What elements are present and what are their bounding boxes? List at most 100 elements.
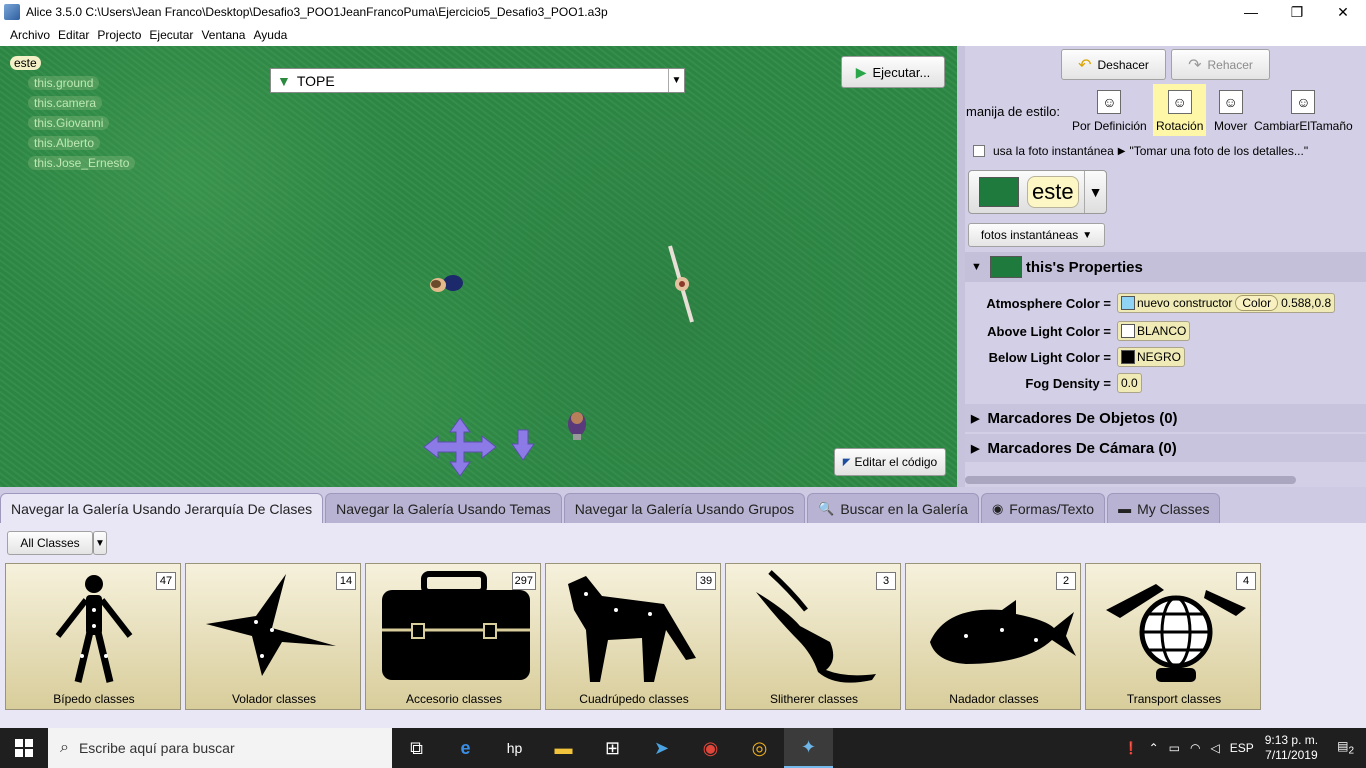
gallery-card-prop[interactable]: 297 Accesorio classes: [365, 563, 541, 710]
snapshots-button[interactable]: fotos instantáneas ▼: [968, 223, 1105, 247]
handle-move-button[interactable]: ☺ Mover: [1211, 84, 1250, 136]
object-markers-section[interactable]: ▶ Marcadores De Objetos (0): [965, 404, 1366, 432]
tab-my-classes[interactable]: ▬ My Classes: [1107, 493, 1221, 523]
security-alert-icon[interactable]: ❗: [1124, 741, 1139, 755]
language-indicator[interactable]: ESP: [1230, 741, 1254, 755]
menu-ventana[interactable]: Ventana: [201, 28, 245, 42]
above-light-color-row: Above Light Color = BLANCO: [965, 321, 1191, 341]
character-giovanni[interactable]: [426, 270, 466, 298]
start-button[interactable]: [0, 728, 48, 768]
scene-view[interactable]: este this.ground this.camera this.Giovan…: [0, 46, 957, 487]
handle-resize-button[interactable]: ☺ CambiarElTamaño: [1251, 84, 1356, 136]
tab-shapes-text[interactable]: ◉ Formas/Texto: [980, 493, 1106, 523]
card-label: Bípedo classes: [53, 692, 135, 706]
snapshot-checkbox[interactable]: [973, 145, 985, 157]
windows-taskbar: ⌕ Escribe aquí para buscar ⧉ e hp ▬ ⊞ ➤ …: [0, 728, 1366, 768]
chrome-icon[interactable]: ◉: [686, 728, 735, 768]
store-icon[interactable]: ⊞: [588, 728, 637, 768]
camera-marker-select[interactable]: ▼ TOPE ▼: [270, 68, 685, 93]
tab-label: Navegar la Galería Usando Jerarquía De C…: [11, 500, 313, 517]
gallery-card-slitherer[interactable]: 3 Slitherer classes: [725, 563, 901, 710]
alice-taskbar-icon[interactable]: ✦: [784, 728, 833, 768]
below-light-color-value[interactable]: NEGRO: [1117, 347, 1186, 367]
scene-tree-root[interactable]: este: [10, 56, 41, 70]
character-alberto[interactable]: [664, 244, 698, 326]
menu-projecto[interactable]: Projecto: [97, 28, 141, 42]
handle-label: Rotación: [1156, 119, 1204, 133]
tab-class-hierarchy[interactable]: Navegar la Galería Usando Jerarquía De C…: [0, 493, 324, 523]
character-jose-ernesto[interactable]: [564, 406, 590, 442]
selected-object-select[interactable]: este ▼: [968, 170, 1107, 214]
dropdown-arrow-icon[interactable]: ▼: [668, 69, 684, 92]
expand-triangle-icon: ▶: [971, 412, 980, 425]
properties-header[interactable]: ▼ this's Properties: [965, 252, 1366, 282]
scene-tree-item[interactable]: this.Giovanni: [28, 116, 110, 130]
chevron-up-icon[interactable]: ⌃: [1149, 741, 1159, 755]
handle-rotation-button[interactable]: ☺ Rotación: [1153, 84, 1207, 136]
gallery-card-quadruped[interactable]: 39 Cuadrúpedo classes: [545, 563, 721, 710]
menu-ejecutar[interactable]: Ejecutar: [149, 28, 193, 42]
file-explorer-icon[interactable]: ▬: [539, 728, 588, 768]
tab-search[interactable]: 🔍 Buscar en la Galería: [807, 493, 979, 523]
taskbar-search-box[interactable]: ⌕ Escribe aquí para buscar: [48, 728, 392, 768]
gallery-card-transport[interactable]: 4 Transport classes: [1085, 563, 1261, 710]
class-count-badge: 47: [156, 572, 176, 590]
camera-move-arrows[interactable]: [422, 416, 540, 478]
network-icon[interactable]: ▭: [1169, 741, 1180, 755]
tab-groups[interactable]: Navegar la Galería Usando Grupos: [563, 493, 806, 523]
menu-archivo[interactable]: Archivo: [10, 28, 50, 42]
tab-label: Navegar la Galería Usando Grupos: [574, 500, 795, 517]
undo-icon: ↶: [1078, 56, 1092, 74]
scene-tree-item[interactable]: this.Alberto: [28, 136, 101, 150]
object-markers-label: Marcadores De Objetos (0): [987, 409, 1178, 427]
edit-code-button[interactable]: ◤ Editar el código: [834, 448, 946, 476]
scene-tree-item[interactable]: this.ground: [28, 76, 100, 90]
edge-icon[interactable]: e: [441, 728, 490, 768]
windows-logo-icon: [15, 739, 33, 757]
hp-icon[interactable]: hp: [490, 728, 539, 768]
fog-density-value[interactable]: 0.0: [1117, 373, 1142, 393]
red-value[interactable]: 0.588: [1281, 296, 1311, 310]
rocket-app-icon[interactable]: ➤: [637, 728, 686, 768]
undo-button[interactable]: ↶ Deshacer: [1061, 49, 1166, 80]
dropdown-arrow-icon[interactable]: ▼: [93, 531, 107, 555]
menu-ayuda[interactable]: Ayuda: [253, 28, 287, 42]
volume-icon[interactable]: ◁: [1210, 741, 1219, 755]
maximize-button[interactable]: ❐: [1274, 0, 1320, 24]
search-icon: 🔍: [818, 500, 835, 516]
horizontal-scrollbar[interactable]: [965, 476, 1296, 484]
atmosphere-color-value[interactable]: nuevo constructor Color 0.588, 0.8: [1117, 293, 1336, 313]
dropdown-arrow-icon[interactable]: ▼: [1084, 171, 1106, 213]
scene-tree-item[interactable]: this.Jose_Ernesto: [28, 156, 136, 170]
tab-themes[interactable]: Navegar la Galería Usando Temas: [325, 493, 562, 523]
gallery-card-swimmer[interactable]: 2 Nadador classes: [905, 563, 1081, 710]
gallery-card-flyer[interactable]: 14 Volador classes: [185, 563, 361, 710]
green-value[interactable]: 0.8: [1314, 296, 1331, 310]
class-count-badge: 4: [1236, 572, 1256, 590]
close-button[interactable]: ✕: [1320, 0, 1366, 24]
run-button[interactable]: ▶ Ejecutar...: [841, 56, 945, 88]
notifications-icon[interactable]: ▤2: [1337, 739, 1354, 756]
handle-style-label: manija de estilo:: [966, 104, 1060, 119]
menu-editar[interactable]: Editar: [58, 28, 89, 42]
camera-markers-section[interactable]: ▶ Marcadores De Cámara (0): [965, 434, 1366, 462]
media-app-icon[interactable]: ◎: [735, 728, 784, 768]
class-filter-value[interactable]: All Classes: [7, 531, 93, 555]
split-pane-divider[interactable]: [957, 46, 965, 487]
class-count-badge: 3: [876, 572, 896, 590]
minimize-button[interactable]: —: [1228, 0, 1274, 24]
class-filter-select[interactable]: All Classes ▼: [7, 531, 107, 555]
properties-panel: ↶ Deshacer ↷ Rehacer manija de estilo: ☺…: [965, 46, 1366, 487]
redo-button[interactable]: ↷ Rehacer: [1171, 49, 1270, 80]
clock[interactable]: 9:13 p. m. 7/11/2019: [1265, 733, 1318, 763]
scene-tree-item[interactable]: this.camera: [28, 96, 103, 110]
wifi-icon[interactable]: ◠: [1190, 741, 1200, 755]
handle-label: Por Definición: [1072, 119, 1147, 133]
above-light-color-value[interactable]: BLANCO: [1117, 321, 1191, 341]
gallery-card-biped[interactable]: 47 Bípedo classes: [5, 563, 181, 710]
task-view-icon[interactable]: ⧉: [392, 728, 441, 768]
handle-default-button[interactable]: ☺ Por Definición: [1069, 84, 1150, 136]
card-label: Volador classes: [231, 692, 317, 706]
gallery-content: All Classes ▼ 47 Bípedo classes 14 Volad…: [0, 523, 1366, 728]
properties-title: this's Properties: [1025, 258, 1143, 276]
